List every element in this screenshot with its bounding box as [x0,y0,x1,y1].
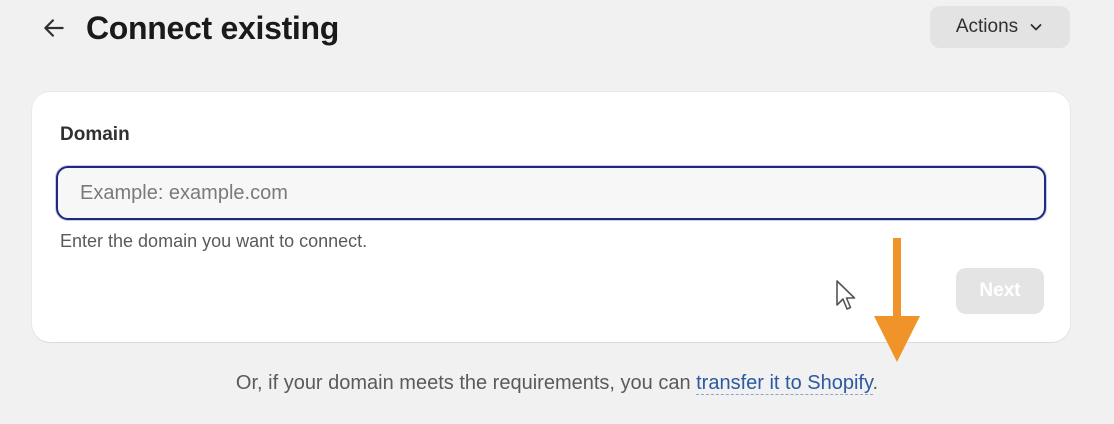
annotation-arrow-icon [874,238,920,362]
actions-label: Actions [955,16,1019,37]
transfer-link[interactable]: transfer it to Shopify [696,372,873,395]
transfer-hint-prefix: Or, if your domain meets the requirement… [235,372,697,394]
back-button[interactable] [36,10,72,46]
page-title: Connect existing [86,10,340,46]
chevron-down-icon [1030,24,1042,31]
next-button[interactable]: Next [956,268,1044,314]
transfer-hint: Or, if your domain meets the requirement… [0,372,1114,395]
transfer-hint-suffix: . [872,372,879,394]
actions-button[interactable]: Actions [930,6,1070,48]
domain-label: Domain [60,124,130,145]
mouse-pointer-icon [836,280,856,310]
arrow-left-icon [44,19,64,37]
domain-help-text: Enter the domain you want to connect. [60,231,368,251]
page-header: Connect existing Actions [0,0,1114,60]
domain-input[interactable] [56,166,1046,220]
